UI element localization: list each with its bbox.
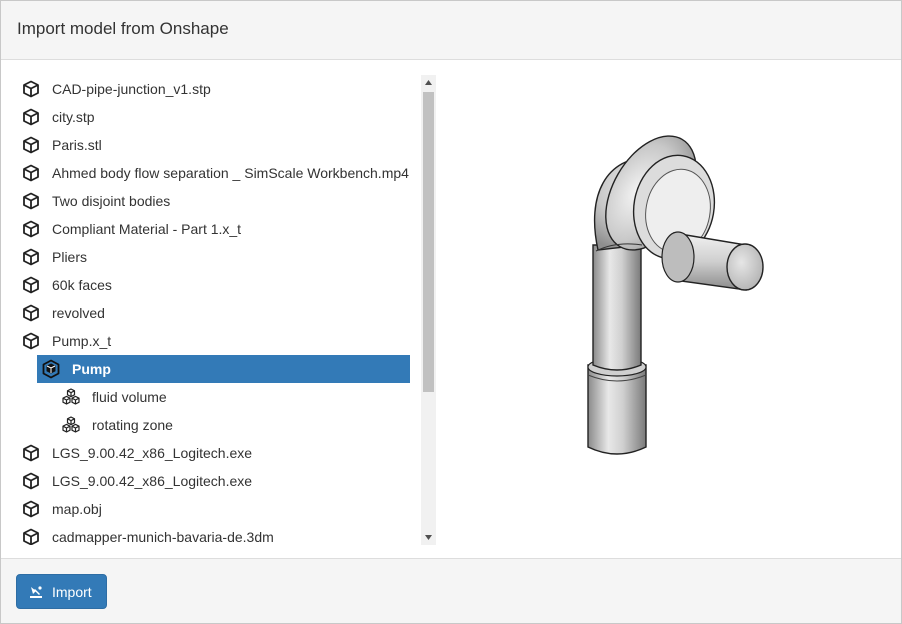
cube-icon	[21, 107, 41, 127]
tree-item-label: city.stp	[52, 109, 95, 125]
document-tree: CAD-pipe-junction_v1.stp city.stp Paris.st…	[16, 75, 436, 545]
tree-item-label: Ahmed body flow separation _ SimScale Wo…	[52, 165, 409, 181]
tree-item-label: Pump.x_t	[52, 333, 112, 349]
cube-icon	[21, 303, 41, 323]
tree-item[interactable]: LGS_9.00.42_x86_Logitech.exe	[16, 439, 410, 467]
cube-icon	[21, 443, 41, 463]
dialog-title: Import model from Onshape	[17, 19, 229, 38]
import-icon	[29, 585, 43, 599]
cube-icon	[21, 219, 41, 239]
tree-item-label: 60k faces	[52, 277, 112, 293]
dialog-header: Import model from Onshape	[1, 1, 901, 60]
tree-item[interactable]: Compliant Material - Part 1.x_t	[16, 215, 410, 243]
tree-item-label: fluid volume	[92, 389, 167, 405]
tree-item-label: LGS_9.00.42_x86_Logitech.exe	[52, 445, 253, 461]
tree-item[interactable]: Pump.x_t	[16, 327, 410, 355]
assembly-icon	[41, 359, 61, 379]
tree-item[interactable]: rotating zone	[16, 411, 410, 439]
tree-item-label: CAD-pipe-junction_v1.stp	[52, 81, 211, 97]
cube-icon	[21, 135, 41, 155]
tree-item[interactable]: Pliers	[16, 243, 410, 271]
tree-scrollbar[interactable]	[421, 75, 436, 545]
scroll-down-arrow-icon[interactable]	[421, 530, 436, 545]
cube-icon	[21, 331, 41, 351]
cube-icon	[21, 527, 41, 545]
pump-model-render	[587, 135, 764, 455]
cube-icon	[21, 499, 41, 519]
tree-item[interactable]: Ahmed body flow separation _ SimScale Wo…	[16, 159, 410, 187]
tree-item[interactable]: fluid volume	[16, 383, 410, 411]
tree-item[interactable]: cadmapper-munich-bavaria-de.3dm	[16, 523, 410, 545]
tree-item[interactable]: Pump	[37, 355, 410, 383]
cube-icon	[21, 163, 41, 183]
tree-item[interactable]: city.stp	[16, 103, 410, 131]
cube-icon	[21, 247, 41, 267]
tree-item-label: cadmapper-munich-bavaria-de.3dm	[52, 529, 274, 545]
tree-item-label: Two disjoint bodies	[52, 193, 171, 209]
tree-item-label: Pliers	[52, 249, 88, 265]
dialog-footer: Import	[1, 558, 901, 623]
tree-item-label: Compliant Material - Part 1.x_t	[52, 221, 242, 237]
tree-item[interactable]: Paris.stl	[16, 131, 410, 159]
parts-icon	[61, 387, 81, 407]
import-button[interactable]: Import	[16, 574, 107, 609]
tree-item-label: Pump	[72, 361, 111, 377]
cube-icon	[21, 191, 41, 211]
tree-item-label: map.obj	[52, 501, 102, 517]
scroll-thumb[interactable]	[423, 92, 434, 392]
parts-icon	[61, 415, 81, 435]
tree-item-label: LGS_9.00.42_x86_Logitech.exe	[52, 473, 253, 489]
cube-icon	[21, 79, 41, 99]
scroll-up-arrow-icon[interactable]	[421, 75, 436, 90]
tree-item-label: revolved	[52, 305, 105, 321]
tree-item[interactable]: LGS_9.00.42_x86_Logitech.exe	[16, 467, 410, 495]
cube-icon	[21, 275, 41, 295]
tree-item[interactable]: CAD-pipe-junction_v1.stp	[16, 75, 410, 103]
tree-item[interactable]: 60k faces	[16, 271, 410, 299]
import-button-label: Import	[52, 583, 92, 600]
model-preview[interactable]	[446, 75, 891, 545]
tree-item[interactable]: Two disjoint bodies	[16, 187, 410, 215]
tree-item-label: Paris.stl	[52, 137, 102, 153]
cube-icon	[21, 471, 41, 491]
tree-item[interactable]: map.obj	[16, 495, 410, 523]
tree-item[interactable]: revolved	[16, 299, 410, 327]
import-dialog: Import model from Onshape CAD-pipe-junct…	[0, 0, 902, 624]
tree-item-label: rotating zone	[92, 417, 173, 433]
